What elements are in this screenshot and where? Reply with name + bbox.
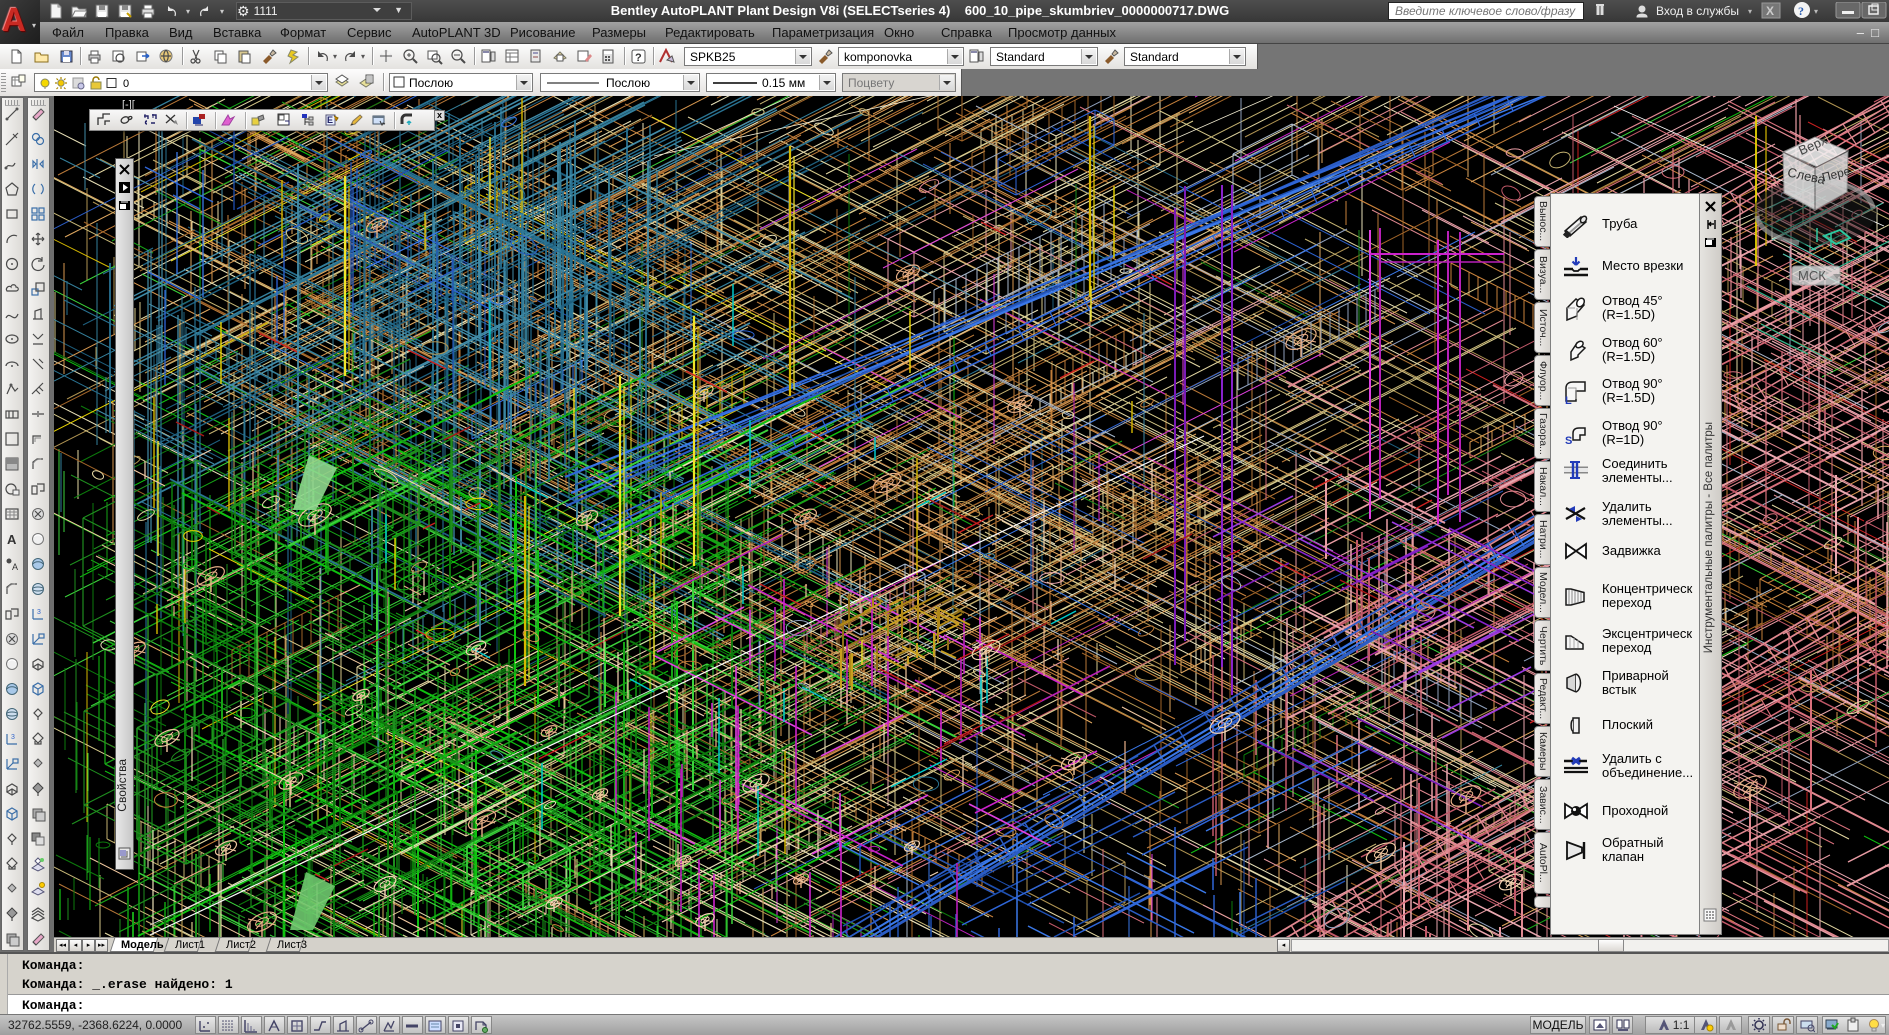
svg-text:S: S [1565,435,1572,447]
svg-text:E: E [327,115,333,125]
svg-text:A: A [12,562,18,572]
svg-text:X: X [1766,4,1774,18]
svg-text:0: 0 [123,78,129,90]
svg-text:?: ? [635,52,642,64]
svg-text:▾: ▾ [1814,7,1818,16]
svg-text:3: 3 [11,734,15,741]
svg-text:0.15 мм: 0.15 мм [762,76,805,89]
svg-text:▾: ▾ [1748,7,1752,16]
svg-text:Вход в службы: Вход в службы [1656,4,1739,18]
svg-text:A: A [7,532,17,547]
svg-text:Послою: Послою [606,76,650,89]
svg-text:3: 3 [37,609,41,616]
svg-text:МСК: МСК [1798,268,1826,283]
svg-text:Послою: Послою [409,76,453,89]
svg-text:?: ? [1798,4,1804,18]
svg-text:L: L [1565,395,1572,405]
